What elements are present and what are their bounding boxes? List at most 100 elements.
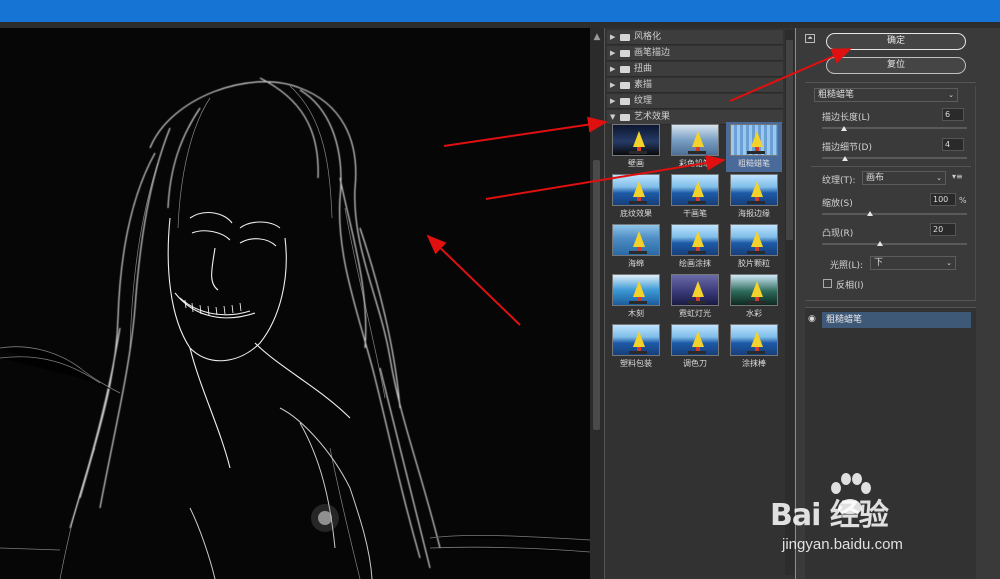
thumbnail-image xyxy=(730,324,778,356)
expand-triangle-icon: ▶ xyxy=(610,81,616,89)
eye-icon[interactable]: ◉ xyxy=(808,315,819,324)
category-brush-strokes[interactable]: ▶ 画笔描边 xyxy=(607,46,783,61)
category-stylize[interactable]: ▶ 风格化 xyxy=(607,30,783,45)
filter-thumb-smudge-stick[interactable]: 涂抹棒 xyxy=(726,322,782,372)
filter-thumb-neon-glow[interactable]: 霓虹灯光 xyxy=(667,272,723,322)
thumb-label: 底纹效果 xyxy=(620,209,652,218)
relief-knob[interactable] xyxy=(877,241,883,246)
texture-menu-icon[interactable]: ▾≡ xyxy=(952,172,963,181)
light-select[interactable]: 下 ⌄ xyxy=(870,256,956,270)
filter-thumb-rough-pastels[interactable]: 粗糙蜡笔 xyxy=(726,122,782,172)
thumbnail-image xyxy=(612,224,660,256)
ok-button[interactable]: 确定 xyxy=(826,33,966,50)
thumb-label: 塑料包装 xyxy=(620,359,652,368)
texture-select[interactable]: 画布 ⌄ xyxy=(862,171,946,185)
chevron-down-icon: ⌄ xyxy=(948,91,954,99)
relief-input[interactable]: 20 xyxy=(930,223,956,236)
texture-select-value: 画布 xyxy=(866,173,885,183)
expand-triangle-icon: ▶ xyxy=(610,97,616,105)
thumb-label: 调色刀 xyxy=(683,359,707,368)
filter-thumb-plastic-wrap[interactable]: 塑料包装 xyxy=(608,322,664,372)
preview-scrollbar-thumb[interactable] xyxy=(593,160,600,430)
thumb-label: 绘画涂抹 xyxy=(679,259,711,268)
category-distort[interactable]: ▶ 扭曲 xyxy=(607,62,783,77)
thumb-label: 木刻 xyxy=(628,309,644,318)
filter-thumb-paint-daubs[interactable]: 绘画涂抹 xyxy=(667,222,723,272)
collapse-gallery-icon[interactable]: ⏶ xyxy=(805,34,815,43)
thumb-label: 壁画 xyxy=(628,159,644,168)
folder-open-icon xyxy=(620,114,630,121)
thumbnail-image xyxy=(671,124,719,156)
filter-select-value: 粗糙蜡笔 xyxy=(818,90,855,100)
light-select-value: 下 xyxy=(874,258,884,268)
thumb-label: 海绵 xyxy=(628,259,644,268)
watermark-url: jingyan.baidu.com xyxy=(782,536,903,553)
thumb-label: 干画笔 xyxy=(683,209,707,218)
category-label: 素描 xyxy=(634,80,653,90)
filter-thumb-cutout[interactable]: 木刻 xyxy=(608,272,664,322)
folder-icon xyxy=(620,98,630,105)
stroke-detail-knob[interactable] xyxy=(842,156,848,161)
thumbnail-image xyxy=(671,274,719,306)
reset-button[interactable]: 复位 xyxy=(826,57,966,74)
filter-select[interactable]: 粗糙蜡笔 ⌄ xyxy=(814,88,958,102)
divider xyxy=(805,82,976,83)
preview-image xyxy=(0,28,590,579)
thumbnail-image xyxy=(671,324,719,356)
gallery-scrollbar-thumb[interactable] xyxy=(786,40,793,240)
stroke-length-knob[interactable] xyxy=(841,126,847,131)
category-sketch[interactable]: ▶ 素描 xyxy=(607,78,783,93)
expand-triangle-icon: ▶ xyxy=(610,65,616,73)
scaling-slider[interactable] xyxy=(822,213,967,215)
expand-triangle-icon: ▶ xyxy=(610,49,616,57)
filter-preview-canvas[interactable] xyxy=(0,28,590,579)
thumbnail-image xyxy=(612,274,660,306)
stroke-detail-input[interactable]: 4 xyxy=(942,138,964,151)
relief-label: 凸现(R) xyxy=(822,229,854,239)
category-label: 风格化 xyxy=(634,32,662,42)
chevron-down-icon: ⌄ xyxy=(936,174,942,182)
texture-label: 纹理(T): xyxy=(822,176,856,186)
divider xyxy=(805,300,976,301)
thumbnail-image xyxy=(730,274,778,306)
scroll-up-icon[interactable]: ▲ xyxy=(592,32,602,42)
category-label: 纹理 xyxy=(634,96,653,106)
scaling-input[interactable]: 100 xyxy=(930,193,956,206)
thumbnail-image xyxy=(730,124,778,156)
divider xyxy=(811,166,971,167)
title-bar xyxy=(0,0,1000,22)
relief-slider[interactable] xyxy=(822,243,967,245)
folder-icon xyxy=(620,50,630,57)
filter-thumb-poster-edges[interactable]: 海报边缘 xyxy=(726,172,782,222)
folder-icon xyxy=(620,82,630,89)
folder-icon xyxy=(620,66,630,73)
filter-thumb-palette-knife[interactable]: 调色刀 xyxy=(667,322,723,372)
invert-label: 反相(I) xyxy=(836,281,864,291)
scaling-knob[interactable] xyxy=(867,211,873,216)
thumb-label: 水彩 xyxy=(746,309,762,318)
filter-thumb-fresco[interactable]: 壁画 xyxy=(608,122,664,172)
thumbnail-image xyxy=(612,174,660,206)
filter-thumb-colored-pencil[interactable]: 彩色铅笔 xyxy=(667,122,723,172)
category-texture[interactable]: ▶ 纹理 xyxy=(607,94,783,109)
light-label: 光照(L): xyxy=(830,261,864,271)
effect-layer-row[interactable]: 粗糙蜡笔 xyxy=(822,312,971,328)
filter-thumb-watercolor[interactable]: 水彩 xyxy=(726,272,782,322)
filter-thumb-underpainting[interactable]: 底纹效果 xyxy=(608,172,664,222)
stroke-detail-label: 描边细节(D) xyxy=(822,143,872,153)
thumbnail-image xyxy=(612,324,660,356)
thumb-label: 胶片颗粒 xyxy=(738,259,770,268)
thumbnail-image xyxy=(612,124,660,156)
invert-checkbox[interactable] xyxy=(823,279,832,288)
chevron-down-icon: ⌄ xyxy=(946,259,952,267)
filter-thumb-sponge[interactable]: 海绵 xyxy=(608,222,664,272)
folder-icon xyxy=(620,34,630,41)
thumbnail-image xyxy=(671,174,719,206)
filter-thumb-dry-brush[interactable]: 干画笔 xyxy=(667,172,723,222)
filter-thumb-film-grain[interactable]: 胶片颗粒 xyxy=(726,222,782,272)
thumb-label: 海报边缘 xyxy=(738,209,770,218)
thumb-label: 霓虹灯光 xyxy=(679,309,711,318)
stroke-length-input[interactable]: 6 xyxy=(942,108,964,121)
thumbnail-image xyxy=(730,224,778,256)
thumbnail-image xyxy=(730,174,778,206)
